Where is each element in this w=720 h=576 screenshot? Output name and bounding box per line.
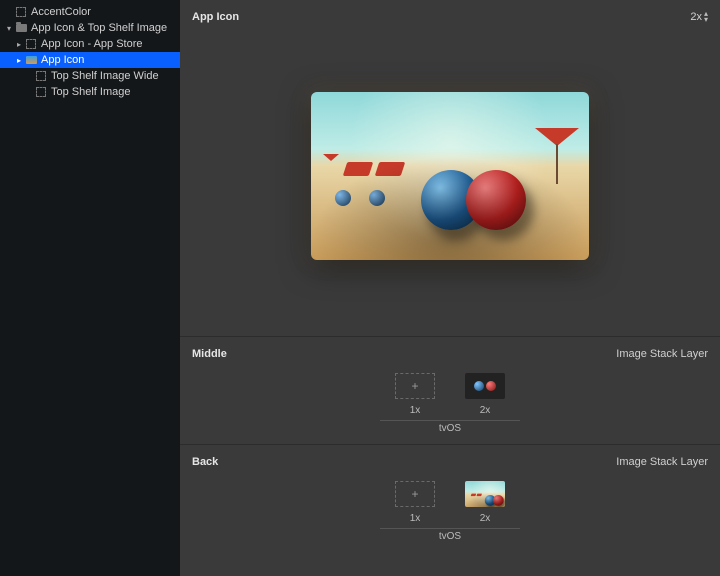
imageset-icon	[34, 69, 48, 83]
section-appicon: App Icon 2x	[180, 0, 720, 336]
navigator-sidebar: AccentColor ▾ App Icon & Top Shelf Image…	[0, 0, 180, 576]
image-slot-row: + 1x 2x	[192, 373, 708, 416]
image-well-empty[interactable]: +	[395, 481, 435, 507]
section-header: App Icon 2x	[192, 8, 708, 26]
scale-value: 2x	[690, 11, 702, 23]
slot-label: 1x	[410, 513, 421, 524]
ball-blue-icon	[474, 381, 484, 391]
image-slot-1x: + 1x	[395, 373, 435, 416]
image-thumbnail[interactable]	[465, 481, 505, 507]
appicon-preview[interactable]	[311, 92, 589, 260]
sidebar-item-label: Top Shelf Image	[51, 86, 131, 98]
image-slot-2x: 2x	[465, 481, 505, 524]
image-slot-1x: + 1x	[395, 481, 435, 524]
image-slot-2x: 2x	[465, 373, 505, 416]
image-slot-row: + 1x 2x	[192, 481, 708, 524]
imageset-icon	[34, 85, 48, 99]
sidebar-item-appicon-appstore[interactable]: ▸ App Icon - App Store	[0, 36, 180, 52]
appicon-preview-area	[192, 26, 708, 326]
platform-row: tvOS	[192, 420, 708, 434]
app-root: AccentColor ▾ App Icon & Top Shelf Image…	[0, 0, 720, 576]
section-title: Back	[192, 456, 218, 468]
sidebar-item-label: App Icon - App Store	[41, 38, 143, 50]
slot-label: 2x	[480, 405, 491, 416]
appicon-icon	[24, 53, 38, 67]
section-header: Middle Image Stack Layer	[192, 345, 708, 363]
section-title: Middle	[192, 348, 227, 360]
platform-label: tvOS	[380, 420, 520, 434]
sidebar-item-appicon-topshelf[interactable]: ▾ App Icon & Top Shelf Image	[0, 20, 180, 36]
asset-editor: App Icon 2x	[180, 0, 720, 576]
folder-icon	[14, 21, 28, 35]
section-subtitle: Image Stack Layer	[616, 348, 708, 360]
ball-red-icon	[486, 381, 496, 391]
section-back: Back Image Stack Layer + 1x	[180, 445, 720, 552]
sidebar-item-label: App Icon & Top Shelf Image	[31, 22, 167, 34]
image-thumbnail[interactable]	[465, 373, 505, 399]
sidebar-item-topshelf-wide[interactable]: Top Shelf Image Wide	[0, 68, 180, 84]
sidebar-item-label: AccentColor	[31, 6, 91, 18]
slot-label: 1x	[410, 405, 421, 416]
sidebar-item-label: Top Shelf Image Wide	[51, 70, 159, 82]
section-header: Back Image Stack Layer	[192, 453, 708, 471]
section-middle: Middle Image Stack Layer + 1x 2x tvOS	[180, 337, 720, 444]
imageset-icon	[14, 5, 28, 19]
scale-picker[interactable]: 2x	[690, 11, 708, 23]
sidebar-item-label: App Icon	[41, 54, 84, 66]
chevron-right-icon[interactable]: ▸	[14, 40, 24, 49]
section-subtitle: Image Stack Layer	[616, 456, 708, 468]
section-title: App Icon	[192, 11, 239, 23]
sidebar-item-appicon[interactable]: ▸ App Icon	[0, 52, 180, 68]
sidebar-item-accentcolor[interactable]: AccentColor	[0, 4, 180, 20]
chevron-right-icon[interactable]: ▸	[14, 56, 24, 65]
platform-label: tvOS	[380, 528, 520, 542]
platform-row: tvOS	[192, 528, 708, 542]
beach-artwork	[311, 92, 589, 260]
chevron-down-icon[interactable]: ▾	[4, 24, 14, 33]
stepper-icon	[704, 11, 708, 23]
slot-label: 2x	[480, 513, 491, 524]
image-well-empty[interactable]: +	[395, 373, 435, 399]
sidebar-item-topshelf[interactable]: Top Shelf Image	[0, 84, 180, 100]
imageset-icon	[24, 37, 38, 51]
